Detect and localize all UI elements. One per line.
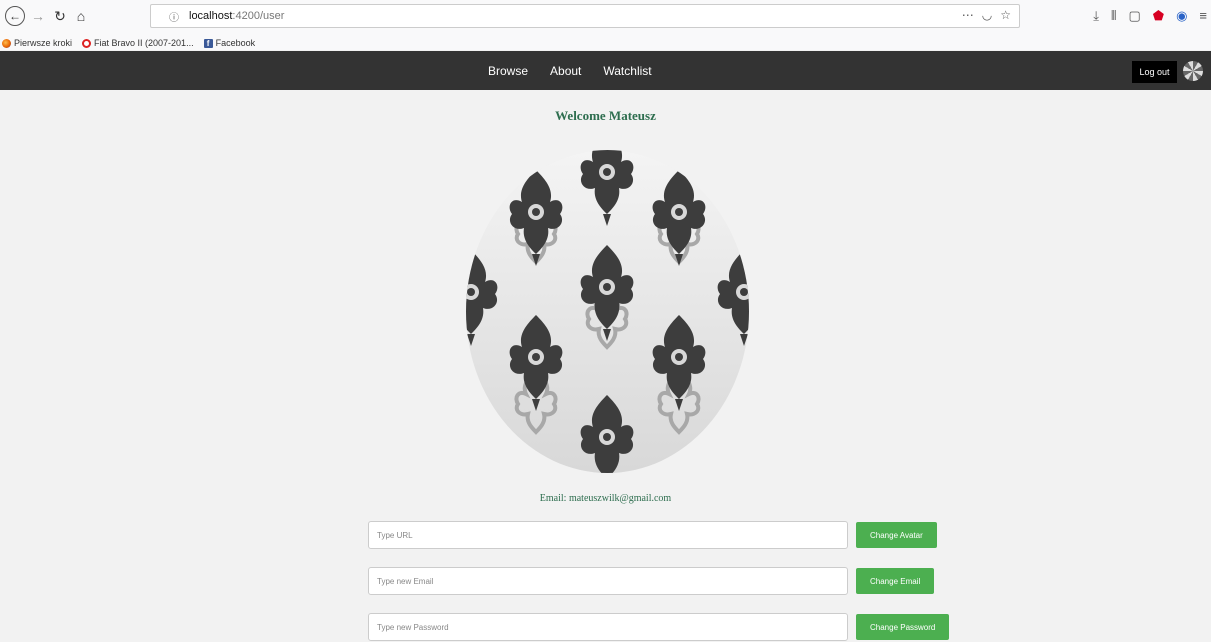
browser-toolbar: ← → ↻ ⌂ ⓘ localhost:4200/user ⋯ ◡ ☆ ⤓ ⫴ … (0, 0, 1211, 36)
logout-button[interactable]: Log out (1132, 61, 1177, 83)
email-form: Change Email (368, 567, 935, 595)
menu-icon[interactable]: ≡ (1199, 8, 1207, 24)
email-text: Email: mateuszwilk@gmail.com (539, 493, 672, 504)
nav-links: Browse About Watchlist (488, 51, 674, 90)
bookmarks-bar: Pierwsze kroki Fiat Bravo II (2007-201..… (0, 36, 1211, 50)
app-navbar: Browse About Watchlist Log out (0, 51, 1211, 90)
change-password-button[interactable]: Change Password (856, 614, 950, 640)
library-icon[interactable]: ⫴ (1111, 8, 1116, 24)
back-button[interactable]: ← (5, 6, 25, 26)
user-avatar-small[interactable] (1183, 61, 1203, 81)
pocket-icon[interactable]: ◡ (982, 8, 992, 22)
bookmark-pierwsze-kroki[interactable]: Pierwsze kroki (2, 38, 72, 48)
change-email-button[interactable]: Change Email (856, 568, 935, 594)
bookmark-label: Facebook (215, 38, 256, 48)
more-icon[interactable]: ⋯ (962, 8, 974, 22)
bookmark-label: Fiat Bravo II (2007-201... (94, 38, 194, 48)
welcome-heading: Welcome Mateusz (555, 108, 656, 123)
facebook-icon: f (203, 38, 213, 48)
damask-pattern-image (466, 150, 749, 473)
url-path: :4200/user (232, 10, 285, 22)
bookmark-facebook[interactable]: f Facebook (203, 38, 256, 48)
bookmark-label: Pierwsze kroki (14, 38, 73, 48)
nav-about[interactable]: About (550, 64, 581, 78)
opera-icon (82, 38, 92, 48)
avatar-url-input[interactable] (368, 521, 848, 549)
ublock-icon[interactable]: ⬟ (1153, 8, 1164, 24)
change-avatar-button[interactable]: Change Avatar (856, 522, 937, 548)
password-form: Change Password (368, 613, 950, 641)
sidebar-icon[interactable]: ▢ (1128, 8, 1140, 24)
nav-browse[interactable]: Browse (488, 64, 528, 78)
url-host: localhost (189, 10, 233, 22)
avatar-form: Change Avatar (368, 521, 937, 549)
nav-watchlist[interactable]: Watchlist (603, 64, 651, 78)
new-email-input[interactable] (368, 567, 848, 595)
download-icon[interactable]: ⤓ (1093, 8, 1099, 24)
url-bar[interactable]: ⓘ localhost:4200/user ⋯ ◡ ☆ (150, 4, 1020, 28)
bookmark-fiat-bravo[interactable]: Fiat Bravo II (2007-201... (82, 38, 194, 48)
extension-icon[interactable]: ◉ (1176, 8, 1187, 24)
firefox-icon (2, 38, 11, 48)
forward-button[interactable]: → (30, 6, 46, 26)
star-icon[interactable]: ☆ (1000, 8, 1011, 22)
info-icon[interactable]: ⓘ (169, 9, 183, 24)
url-actions: ⋯ ◡ ☆ (962, 8, 1011, 22)
toolbar-icons: ⤓ ⫴ ▢ ⬟ ◉ ≡ (1093, 8, 1207, 24)
reload-button[interactable]: ↻ (52, 6, 68, 26)
new-password-input[interactable] (368, 613, 848, 641)
home-button[interactable]: ⌂ (72, 6, 90, 26)
profile-avatar (466, 150, 749, 473)
